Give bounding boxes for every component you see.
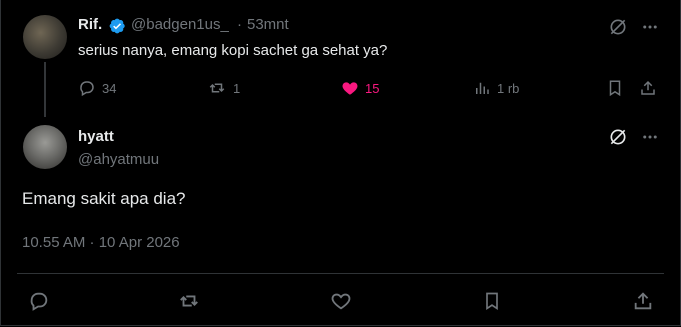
- reply-icon: [80, 81, 94, 97]
- verified-badge-icon: [109, 18, 125, 34]
- repost-button[interactable]: [177, 289, 201, 313]
- more-options-icon[interactable]: [639, 126, 661, 148]
- reply-stat[interactable]: 34: [78, 79, 116, 97]
- tweet-thread: Rif. @badgen1us_ · 53mnt serius nanya, e…: [0, 0, 681, 326]
- main-post-text: Emang sakit apa dia?: [22, 189, 186, 208]
- repost-count: 1: [233, 80, 241, 96]
- avatar-hyatt[interactable]: [23, 125, 67, 169]
- repost-icon: [209, 83, 225, 93]
- thread-connector-line: [44, 62, 46, 117]
- post-timestamp[interactable]: 10.55 AM · 10 Apr 2026: [22, 234, 180, 251]
- like-count: 15: [365, 80, 380, 96]
- bookmark-icon: [486, 292, 498, 311]
- reply-button[interactable]: [27, 289, 51, 313]
- repost-icon: [180, 295, 198, 307]
- share-small-icon[interactable]: [638, 78, 658, 98]
- like-button[interactable]: [329, 289, 353, 313]
- views-stat[interactable]: 1 rb: [473, 79, 519, 97]
- main-display-name[interactable]: hyatt: [78, 128, 114, 145]
- reply-to-display-name[interactable]: Rif.: [78, 16, 102, 33]
- grok-icon[interactable]: [607, 126, 629, 148]
- grok-icon[interactable]: [607, 16, 629, 38]
- main-handle[interactable]: @ahyatmuu: [78, 151, 159, 168]
- handle-time-separator: ·: [237, 16, 242, 33]
- reply-count: 34: [102, 80, 117, 96]
- divider: [17, 273, 664, 274]
- like-stat[interactable]: 15: [341, 79, 379, 97]
- bookmark-small-icon[interactable]: [605, 78, 625, 98]
- more-options-icon[interactable]: [639, 16, 661, 38]
- reply-to-time[interactable]: 53mnt: [247, 16, 289, 33]
- reply-to-text: serius nanya, emang kopi sachet ga sehat…: [78, 42, 388, 59]
- avatar-rif[interactable]: [23, 15, 67, 59]
- reply-icon: [30, 292, 48, 311]
- share-icon: [634, 292, 652, 310]
- views-count: 1 rb: [497, 80, 520, 96]
- heart-filled-icon: [342, 82, 358, 95]
- reply-to-handle[interactable]: @badgen1us_: [131, 16, 229, 33]
- share-button[interactable]: [631, 289, 655, 313]
- views-chart-icon: [476, 82, 489, 94]
- bookmark-button[interactable]: [480, 289, 504, 313]
- heart-icon: [331, 293, 351, 310]
- repost-stat[interactable]: 1: [207, 79, 240, 97]
